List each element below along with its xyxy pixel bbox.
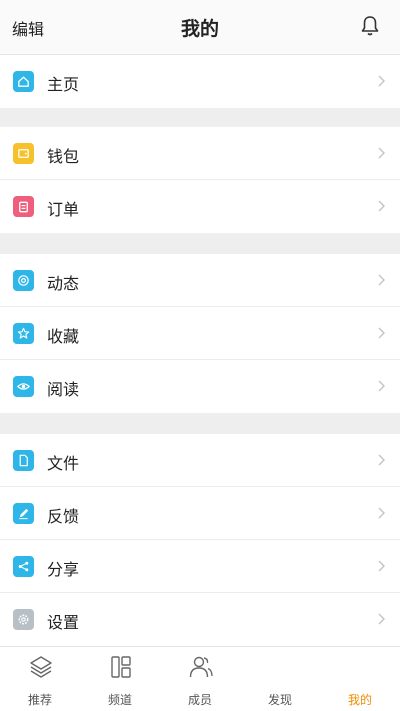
share-icon: [13, 556, 34, 577]
chevron-right-icon: [378, 200, 385, 212]
tab-label: 成员: [187, 693, 212, 707]
pencil-icon: [13, 503, 34, 524]
home-icon: [13, 71, 34, 92]
tab-label: 发现: [267, 693, 292, 707]
menu-item-share[interactable]: 分享: [0, 540, 400, 593]
menu-item-label: 钱包: [47, 147, 80, 166]
menu-item-label: 阅读: [47, 380, 80, 399]
menu-item-reading[interactable]: 阅读: [0, 360, 400, 413]
chevron-right-icon: [378, 560, 385, 572]
chevron-right-icon: [378, 327, 385, 339]
page-title: 我的: [180, 18, 219, 40]
chevron-right-icon: [378, 507, 385, 519]
members-icon: [189, 656, 213, 678]
chevron-right-icon: [378, 454, 385, 466]
wallet-icon: [13, 143, 34, 164]
menu-item-activity[interactable]: 动态: [0, 254, 400, 307]
file-icon: [13, 450, 34, 471]
menu-item-settings[interactable]: 设置: [0, 593, 400, 646]
grid-icon: [111, 656, 131, 678]
menu-item-orders[interactable]: 订单: [0, 180, 400, 233]
at-icon: [13, 270, 34, 291]
tab-channel[interactable]: 频道: [80, 647, 160, 711]
top-bar: 编辑 我的: [0, 0, 400, 55]
tab-members[interactable]: 成员: [160, 647, 240, 711]
clipboard-icon: [13, 196, 34, 217]
chevron-right-icon: [378, 380, 385, 392]
gear-icon: [13, 609, 34, 630]
tab-discover[interactable]: 发现: [240, 647, 320, 711]
chevron-right-icon: [378, 147, 385, 159]
menu-group-tools: 文件 反馈 分享 设置: [0, 434, 400, 646]
bottom-tab-bar: 推荐 频道 成员 发现 我的: [0, 646, 400, 711]
menu-item-label: 反馈: [47, 507, 80, 526]
menu-item-files[interactable]: 文件: [0, 434, 400, 487]
tab-me[interactable]: 我的: [320, 647, 400, 711]
star-icon: [13, 323, 34, 344]
eye-icon: [13, 376, 34, 397]
menu-item-label: 动态: [47, 274, 80, 293]
menu-item-label: 收藏: [47, 327, 80, 346]
layers-icon: [30, 656, 52, 678]
tab-label: 推荐: [27, 693, 52, 707]
menu-item-favorites[interactable]: 收藏: [0, 307, 400, 360]
menu-group-home: 主页: [0, 55, 400, 108]
menu-group-activity: 动态 收藏 阅读: [0, 254, 400, 413]
chevron-right-icon: [378, 613, 385, 625]
menu-item-label: 订单: [47, 200, 80, 219]
menu-item-label: 文件: [47, 454, 80, 473]
tab-recommend[interactable]: 推荐: [0, 647, 80, 711]
tab-label: 我的: [347, 693, 372, 707]
menu-item-wallet[interactable]: 钱包: [0, 127, 400, 180]
chevron-right-icon: [378, 75, 385, 87]
menu-item-home[interactable]: 主页: [0, 55, 400, 108]
menu-item-label: 主页: [47, 75, 80, 94]
menu-item-label: 分享: [47, 560, 80, 579]
menu-item-label: 设置: [47, 613, 80, 632]
menu-group-finance: 钱包 订单: [0, 127, 400, 233]
bell-icon[interactable]: [360, 15, 380, 37]
chevron-right-icon: [378, 274, 385, 286]
tab-label: 频道: [107, 693, 132, 707]
menu-item-feedback[interactable]: 反馈: [0, 487, 400, 540]
